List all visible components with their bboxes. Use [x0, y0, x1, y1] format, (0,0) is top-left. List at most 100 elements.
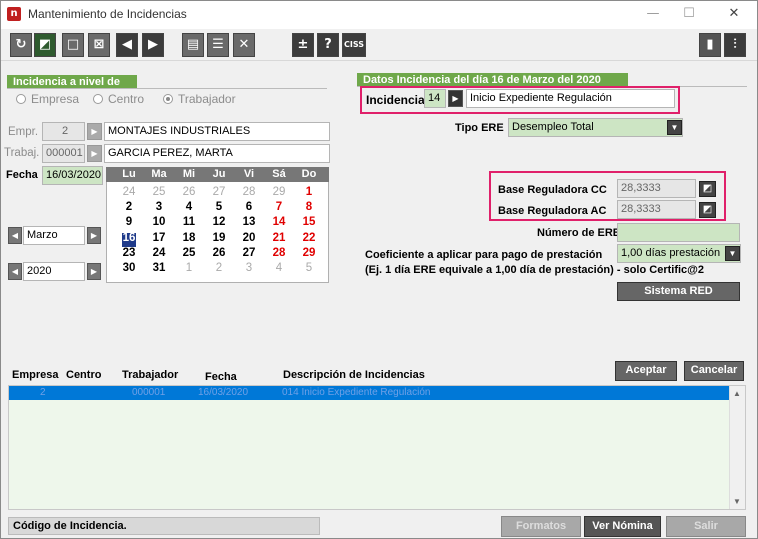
- calendar-day[interactable]: 19: [204, 232, 234, 244]
- minimize-icon[interactable]: —: [641, 4, 665, 24]
- calendar-day[interactable]: 11: [174, 216, 204, 228]
- calendar-day[interactable]: 25: [174, 247, 204, 259]
- radio-centro-label: Centro: [108, 92, 145, 106]
- edit-base-cc-icon[interactable]: ◩: [699, 181, 716, 197]
- edit-record-icon[interactable]: ◩: [34, 33, 56, 57]
- calendar-day[interactable]: 18: [174, 232, 204, 244]
- list-icon[interactable]: ☰: [207, 33, 229, 57]
- edit-base-ac-icon[interactable]: ◩: [699, 202, 716, 218]
- calendar-day[interactable]: 3: [144, 201, 174, 213]
- calendar-day[interactable]: 8: [294, 201, 324, 213]
- calendar-day[interactable]: 10: [144, 216, 174, 228]
- calendar-day[interactable]: 26: [204, 247, 234, 259]
- calendar-day[interactable]: 4: [174, 201, 204, 213]
- calendar-day[interactable]: 31: [144, 262, 174, 274]
- calendar-day[interactable]: 27: [234, 247, 264, 259]
- aceptar-button[interactable]: Aceptar: [615, 361, 677, 381]
- formatos-button[interactable]: Formatos: [501, 516, 581, 537]
- scroll-down-icon[interactable]: ▼: [733, 497, 741, 506]
- radio-centro[interactable]: [93, 94, 103, 104]
- cancelar-button[interactable]: Cancelar: [684, 361, 744, 381]
- calendar-day[interactable]: 5: [294, 262, 324, 274]
- month-field[interactable]: Marzo: [23, 226, 85, 245]
- right-group-title: Datos Incidencia del día 16 de Marzo del…: [357, 73, 628, 87]
- sistema-red-button[interactable]: Sistema RED: [617, 282, 740, 301]
- help-button[interactable]: ?: [317, 33, 339, 57]
- calendar-day[interactable]: 24: [114, 186, 144, 198]
- year-prev-button[interactable]: ◀: [8, 263, 22, 280]
- empr-lookup-button[interactable]: ▶: [87, 123, 102, 140]
- calendar-day[interactable]: 15: [294, 216, 324, 228]
- year-field[interactable]: 2020: [23, 262, 85, 281]
- calendar-day[interactable]: 3: [234, 262, 264, 274]
- calendar-day[interactable]: 25: [144, 186, 174, 198]
- scroll-up-icon[interactable]: ▲: [733, 389, 741, 398]
- calendar-day[interactable]: 24: [144, 247, 174, 259]
- base-ac-field[interactable]: 28,3333: [617, 200, 696, 219]
- new-record-icon[interactable]: □: [62, 33, 84, 57]
- calendar-day[interactable]: 16: [114, 232, 144, 244]
- calendar-day[interactable]: 7: [264, 201, 294, 213]
- calendar-day[interactable]: 17: [144, 232, 174, 244]
- incidencia-lookup-button[interactable]: ▶: [448, 90, 463, 107]
- print-icon[interactable]: ▤: [182, 33, 204, 57]
- calendar-day[interactable]: 12: [204, 216, 234, 228]
- calendar-day[interactable]: 28: [234, 186, 264, 198]
- col-centro[interactable]: Centro: [66, 369, 101, 381]
- maximize-icon[interactable]: ☐: [677, 4, 701, 24]
- delete-record-icon[interactable]: ⊠: [88, 33, 110, 57]
- calendar-day[interactable]: 28: [264, 247, 294, 259]
- trabaj-lookup-button[interactable]: ▶: [87, 145, 102, 162]
- coef-select[interactable]: 1,00 días prestación: [617, 244, 741, 263]
- calendar-day[interactable]: 30: [114, 262, 144, 274]
- salir-button[interactable]: Salir: [666, 516, 746, 537]
- calendar-day[interactable]: 14: [264, 216, 294, 228]
- col-descripcion[interactable]: Descripción de Incidencias: [283, 369, 425, 381]
- calendar-day[interactable]: 23: [114, 247, 144, 259]
- numero-ere-field[interactable]: [617, 223, 740, 242]
- chevron-down-icon[interactable]: ▼: [667, 120, 682, 135]
- excel-icon[interactable]: ✕: [233, 33, 255, 57]
- calendar-day[interactable]: 29: [264, 186, 294, 198]
- calendar-day[interactable]: 26: [174, 186, 204, 198]
- settings-sliders-icon[interactable]: ⫶: [724, 33, 746, 57]
- plus-minus-button[interactable]: ±: [292, 33, 314, 57]
- config-icon[interactable]: ▮: [699, 33, 721, 57]
- calendar-day[interactable]: 2: [204, 262, 234, 274]
- ciss-button[interactable]: CISS: [342, 33, 366, 57]
- calendar-day[interactable]: 20: [234, 232, 264, 244]
- calendar-day[interactable]: 21: [264, 232, 294, 244]
- col-empresa[interactable]: Empresa: [12, 369, 58, 381]
- fecha-field[interactable]: 16/03/2020: [42, 166, 103, 185]
- radio-empresa[interactable]: [16, 94, 26, 104]
- calendar-day[interactable]: 27: [204, 186, 234, 198]
- next-icon[interactable]: ▶: [142, 33, 164, 57]
- refresh-icon[interactable]: ↻: [10, 33, 32, 57]
- trabaj-field[interactable]: 000001: [42, 144, 85, 163]
- calendar-day[interactable]: 4: [264, 262, 294, 274]
- col-trabajador[interactable]: Trabajador: [122, 369, 178, 381]
- calendar-day[interactable]: 2: [114, 201, 144, 213]
- tipo-ere-select[interactable]: Desempleo Total: [508, 118, 683, 137]
- empr-field[interactable]: 2: [42, 122, 85, 141]
- chevron-down-icon[interactable]: ▼: [725, 246, 740, 261]
- previous-icon[interactable]: ◀: [116, 33, 138, 57]
- close-icon[interactable]: ✕: [722, 4, 746, 24]
- base-cc-field[interactable]: 28,3333: [617, 179, 696, 198]
- calendar-day[interactable]: 9: [114, 216, 144, 228]
- calendar-day[interactable]: 5: [204, 201, 234, 213]
- list-scrollbar[interactable]: [729, 386, 745, 509]
- calendar-day[interactable]: 22: [294, 232, 324, 244]
- calendar-day[interactable]: 1: [294, 186, 324, 198]
- month-next-button[interactable]: ▶: [87, 227, 101, 244]
- calendar-day[interactable]: 13: [234, 216, 264, 228]
- radio-trabajador[interactable]: [163, 94, 173, 104]
- month-prev-button[interactable]: ◀: [8, 227, 22, 244]
- incidencia-code-field[interactable]: 14: [424, 89, 446, 108]
- calendar-day[interactable]: 29: [294, 247, 324, 259]
- calendar-day[interactable]: 6: [234, 201, 264, 213]
- ver-nomina-button[interactable]: Ver Nómina: [584, 516, 661, 537]
- calendar-day[interactable]: 1: [174, 262, 204, 274]
- col-fecha[interactable]: Fecha: [205, 371, 237, 383]
- year-next-button[interactable]: ▶: [87, 263, 101, 280]
